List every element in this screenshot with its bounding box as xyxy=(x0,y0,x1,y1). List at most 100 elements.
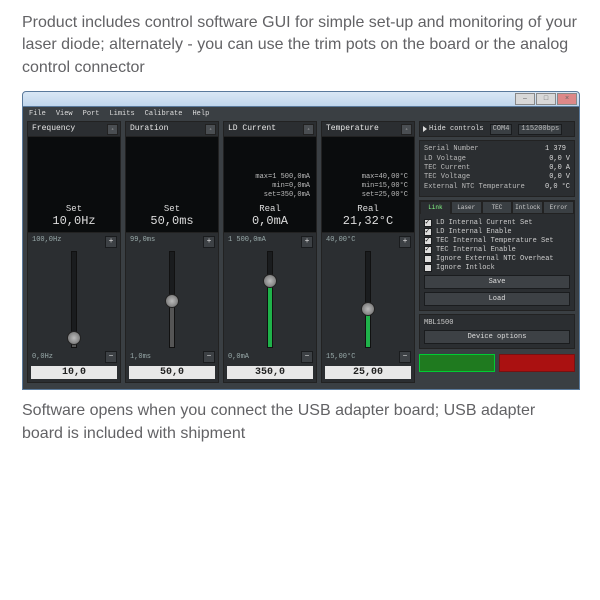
info-unit: V xyxy=(566,155,570,164)
side-top-bar: Hide controls COM4 115200bps xyxy=(419,121,575,137)
info-row: Serial Number1 379 xyxy=(424,145,570,154)
slider-track[interactable] xyxy=(71,251,77,348)
stop-button[interactable] xyxy=(499,354,575,372)
decrement-button[interactable]: − xyxy=(105,351,117,363)
channel-settings-button[interactable]: ◦ xyxy=(303,124,314,135)
channel-meter: max=40,00°Cmin=15,00°Cset=25,00°CReal21,… xyxy=(321,137,415,233)
info-key: TEC Current xyxy=(424,164,470,173)
window-close-button[interactable]: × xyxy=(557,93,577,105)
info-key: Serial Number xyxy=(424,145,479,154)
slider-track[interactable] xyxy=(267,251,273,348)
menu-calibrate[interactable]: Calibrate xyxy=(145,110,183,118)
checkbox-row: LD Internal Enable xyxy=(424,228,570,236)
channel-slider-region: 1 500,0mA +0,0mA − 350,0 xyxy=(223,233,317,383)
channel-meter: max=1 500,0mAmin=0,0mAset=350,0mA Real0,0… xyxy=(223,137,317,233)
checkbox-label: Ignore External NTC Overheat xyxy=(436,255,554,263)
channel-temperature: Temperature◦max=40,00°Cmin=15,00°Cset=25… xyxy=(321,121,415,383)
slider-fill xyxy=(268,281,272,348)
model-label: MBL1500 xyxy=(424,319,570,327)
info-key: External NTC Temperature xyxy=(424,183,525,192)
menu-limits[interactable]: Limits xyxy=(109,110,134,118)
info-unit: A xyxy=(566,164,570,173)
value-input[interactable]: 50,0 xyxy=(129,366,215,379)
increment-button[interactable]: + xyxy=(203,236,215,248)
channel-value: 21,32°C xyxy=(343,214,393,228)
channel-meter: Set10,0Hz xyxy=(27,137,121,233)
info-row: External NTC Temperature 0,0 °C xyxy=(424,183,570,192)
increment-button[interactable]: + xyxy=(105,236,117,248)
channel-header: Duration◦ xyxy=(125,121,219,137)
menu-file[interactable]: File xyxy=(29,110,46,118)
checkbox-label: TEC Internal Temperature Set xyxy=(436,237,554,245)
info-value: 0,0 xyxy=(549,155,562,164)
checkbox[interactable] xyxy=(424,264,432,272)
info-key: TEC Voltage xyxy=(424,173,470,182)
info-row: LD Voltage 0,0 V xyxy=(424,155,570,164)
device-options-button[interactable]: Device options xyxy=(424,330,570,344)
tab-error[interactable]: Error xyxy=(543,201,574,214)
info-value: 0,0 xyxy=(545,183,558,192)
checkbox-row: Ignore External NTC Overheat xyxy=(424,255,570,263)
menu-help[interactable]: Help xyxy=(192,110,209,118)
checkbox-row: TEC Internal Temperature Set xyxy=(424,237,570,245)
window-titlebar: – □ × xyxy=(22,91,580,107)
start-button[interactable] xyxy=(419,354,495,372)
info-unit: V xyxy=(566,173,570,182)
checkbox[interactable] xyxy=(424,246,432,254)
slider-min-label: 0,0mA xyxy=(228,353,249,361)
window-maximize-button[interactable]: □ xyxy=(536,93,556,105)
slider-knob[interactable] xyxy=(263,274,277,288)
channel-mode-label: Set xyxy=(66,204,82,214)
slider-track[interactable] xyxy=(169,251,175,348)
slider-max-label: 1 500,0mA xyxy=(228,236,266,244)
info-key: LD Voltage xyxy=(424,155,466,164)
channel-value: 0,0mA xyxy=(252,214,288,228)
channel-settings-button[interactable]: ◦ xyxy=(107,124,118,135)
tab-link[interactable]: Link xyxy=(420,201,451,214)
baud-select[interactable]: 115200bps xyxy=(518,124,562,135)
window-minimize-button[interactable]: – xyxy=(515,93,535,105)
value-input[interactable]: 10,0 xyxy=(31,366,117,379)
info-value: 0,0 xyxy=(549,164,562,173)
caption-bottom: Software opens when you connect the USB … xyxy=(0,390,600,455)
value-input[interactable]: 350,0 xyxy=(227,366,313,379)
channel-settings-button[interactable]: ◦ xyxy=(401,124,412,135)
slider-min-label: 15,00°C xyxy=(326,353,355,361)
channel-slider-region: 100,0Hz+0,0Hz−10,0 xyxy=(27,233,121,383)
port-select[interactable]: COM4 xyxy=(490,124,513,135)
value-input[interactable]: 25,00 xyxy=(325,366,411,379)
menu-view[interactable]: View xyxy=(56,110,73,118)
checkbox-label: Ignore Intlock xyxy=(436,264,495,272)
slider-knob[interactable] xyxy=(361,302,375,316)
slider-max-label: 100,0Hz xyxy=(32,236,61,244)
info-unit: °C xyxy=(562,183,570,192)
save-button[interactable]: Save xyxy=(424,275,570,289)
checkbox[interactable] xyxy=(424,255,432,263)
hide-controls-button[interactable]: Hide controls xyxy=(423,125,484,133)
tab-tec[interactable]: TEC xyxy=(482,201,513,214)
slider-knob[interactable] xyxy=(67,331,81,345)
channel-mode-label: Real xyxy=(357,204,379,214)
channel-header: Temperature◦ xyxy=(321,121,415,137)
decrement-button[interactable]: − xyxy=(301,351,313,363)
load-button[interactable]: Load xyxy=(424,292,570,306)
channel-mode-label: Real xyxy=(259,204,281,214)
channel-settings-button[interactable]: ◦ xyxy=(205,124,216,135)
channel-value: 10,0Hz xyxy=(52,214,95,228)
decrement-button[interactable]: − xyxy=(399,351,411,363)
tab-laser[interactable]: Laser xyxy=(451,201,482,214)
channel-limits: max=1 500,0mAmin=0,0mAset=350,0mA xyxy=(226,173,314,200)
tab-intlock[interactable]: Intlock xyxy=(512,201,543,214)
channel-slider-region: 40,00°C+15,00°C−25,00 xyxy=(321,233,415,383)
menu-port[interactable]: Port xyxy=(83,110,100,118)
increment-button[interactable]: + xyxy=(399,236,411,248)
app-window: – □ × FileViewPortLimitsCalibrateHelp Fr… xyxy=(22,91,580,390)
slider-knob[interactable] xyxy=(165,294,179,308)
decrement-button[interactable]: − xyxy=(203,351,215,363)
play-icon xyxy=(423,126,427,132)
tabs-panel: LinkLaserTECIntlockErrorLD Internal Curr… xyxy=(419,200,575,311)
model-panel: MBL1500 Device options xyxy=(419,314,575,349)
slider-track[interactable] xyxy=(365,251,371,348)
checkbox-row: TEC Internal Enable xyxy=(424,246,570,254)
increment-button[interactable]: + xyxy=(301,236,313,248)
